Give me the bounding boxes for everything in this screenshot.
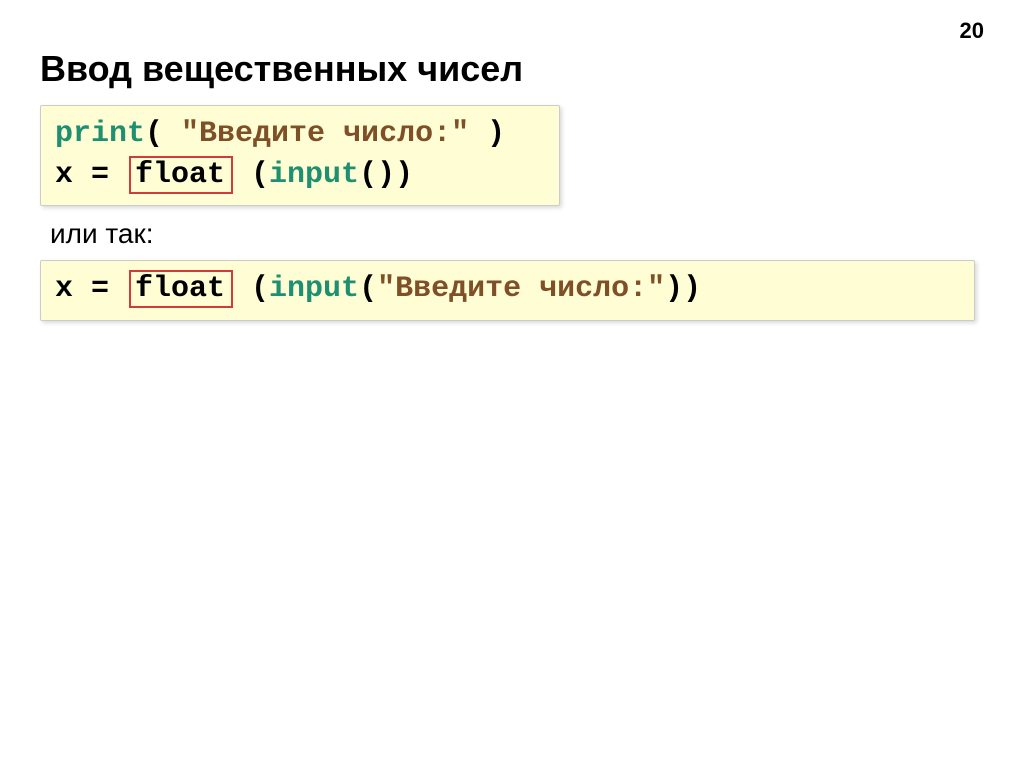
keyword-input: input [269, 158, 359, 192]
code-text: x = [55, 272, 127, 306]
code-text: ( [233, 272, 269, 306]
code-text: ( [233, 158, 269, 192]
code-block-1: print( "Введите число:" ) x = float (inp… [40, 105, 560, 206]
code-text: )) [665, 272, 701, 306]
code-text: () [359, 158, 395, 192]
page-number: 20 [960, 18, 984, 44]
code-text: ) [469, 117, 505, 151]
string-literal: "Введите число:" [181, 117, 469, 151]
float-keyword-box: float [129, 156, 233, 194]
code-text: x = [55, 158, 127, 192]
slide-title: Ввод вещественных чисел [40, 48, 984, 90]
code-text: ( [145, 117, 181, 151]
code-text: ( [359, 272, 377, 306]
keyword-print: print [55, 117, 145, 151]
string-literal: "Введите число:" [377, 272, 665, 306]
code-line-2: x = float (input()) [55, 155, 545, 196]
code-line-3: x = float (input("Введите число:")) [55, 269, 960, 310]
float-keyword-box: float [129, 270, 233, 308]
alternative-label: или так: [50, 218, 984, 250]
keyword-input: input [269, 272, 359, 306]
code-line-1: print( "Введите число:" ) [55, 114, 545, 155]
code-block-2: x = float (input("Введите число:")) [40, 260, 975, 321]
code-text: ) [395, 158, 413, 192]
